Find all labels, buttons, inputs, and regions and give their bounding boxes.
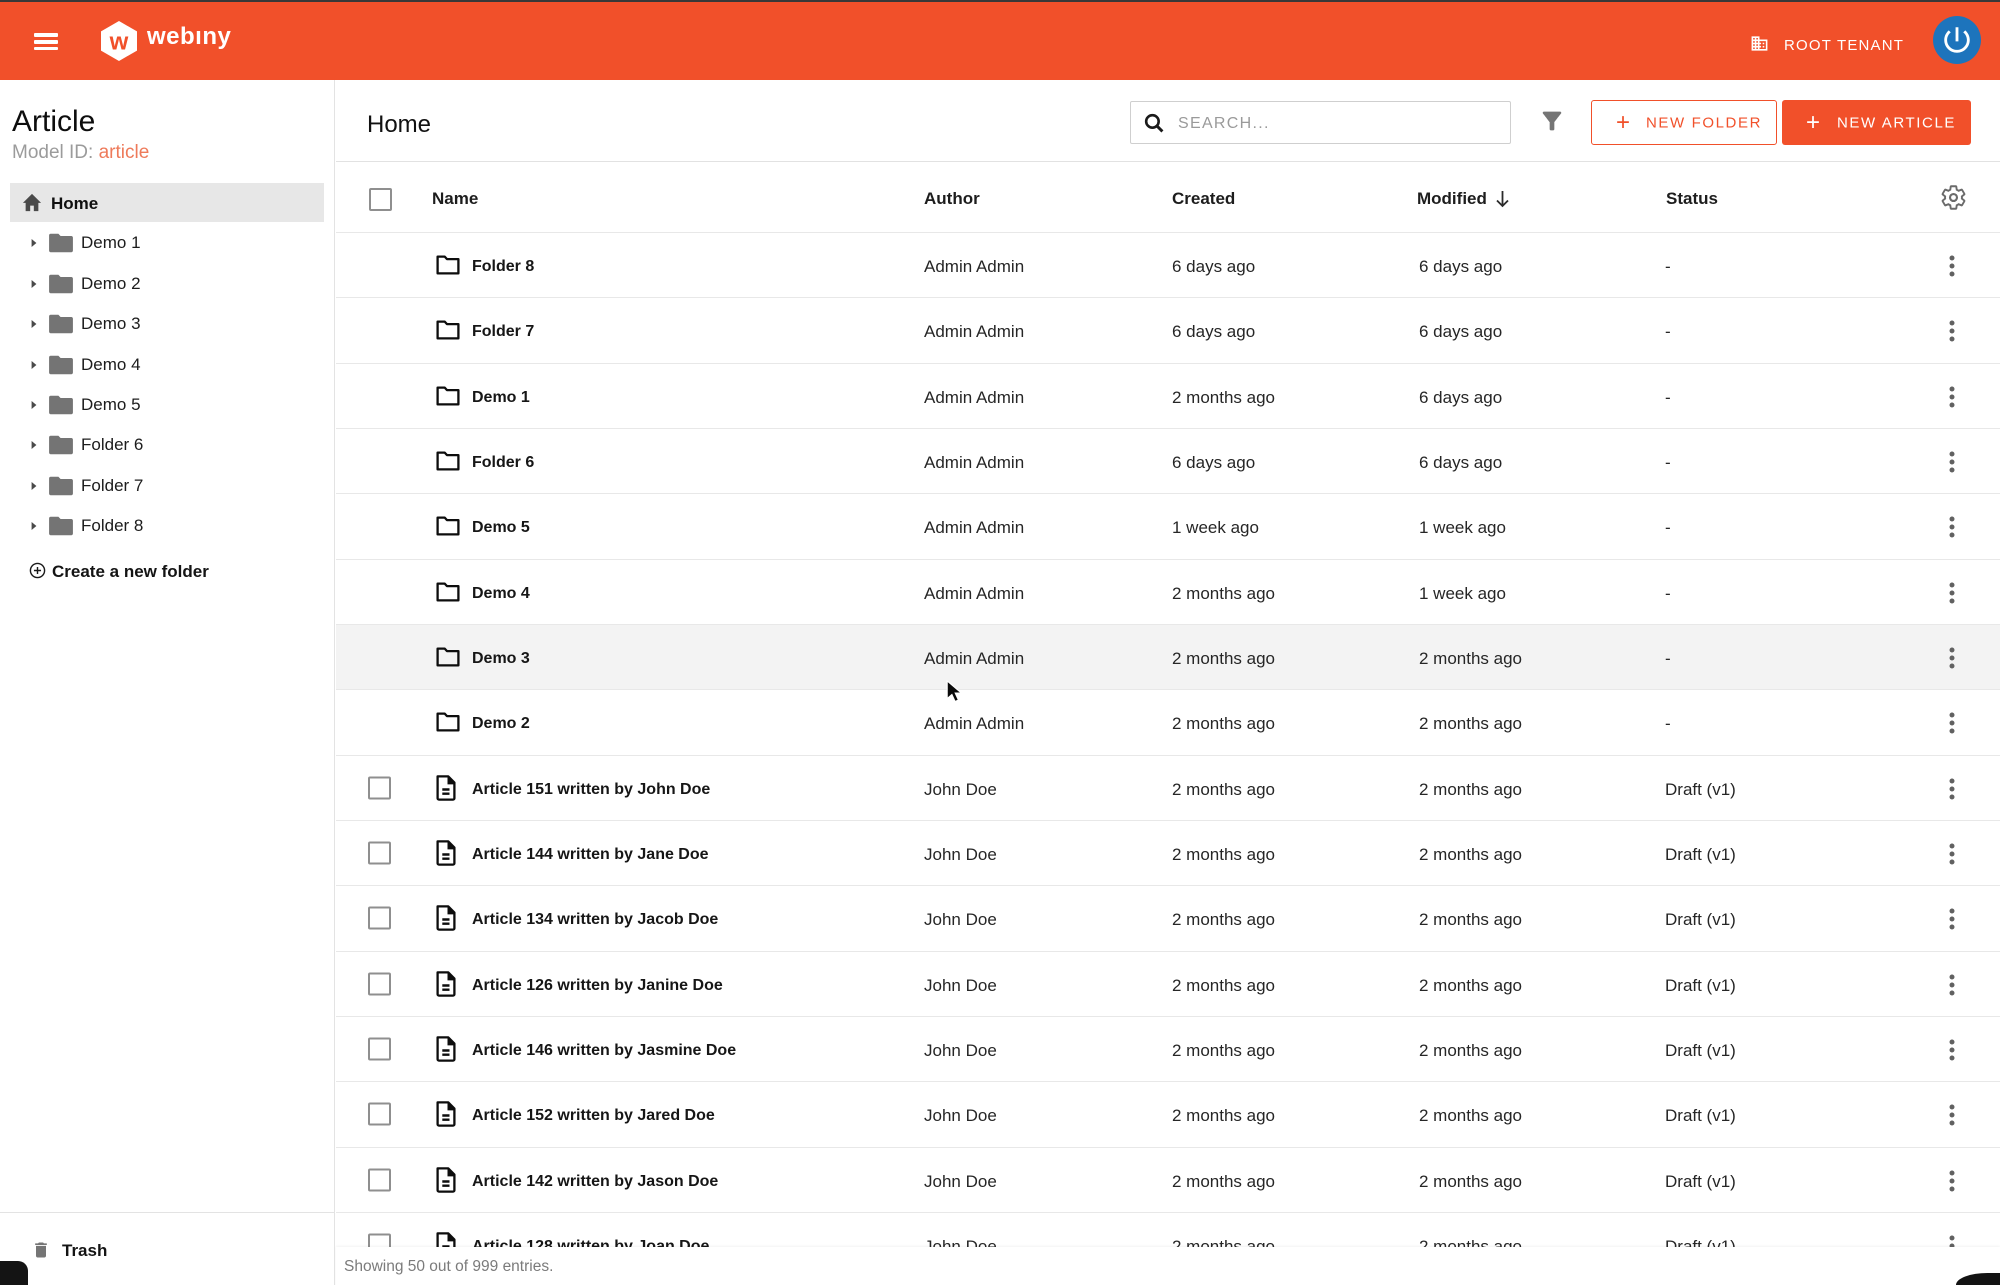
svg-text:w: w [109,28,129,55]
